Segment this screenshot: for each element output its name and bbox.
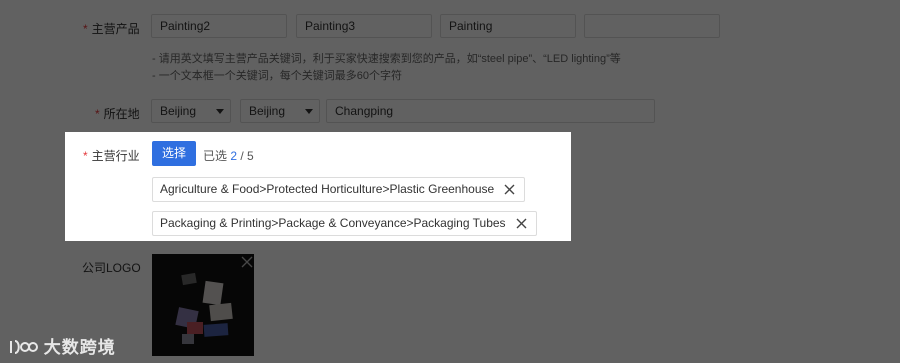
city-select[interactable]: Beijing [240, 99, 320, 123]
industry-tag-1: Agriculture & Food>Protected Horticultur… [152, 177, 526, 202]
close-icon[interactable] [240, 255, 254, 269]
industry-tag-2: Packaging & Printing>Package & Conveyanc… [152, 211, 537, 236]
product-field-3[interactable]: Painting [440, 14, 576, 38]
required-mark: * [83, 22, 88, 36]
product-field-1[interactable]: Painting2 [151, 14, 287, 38]
close-icon[interactable] [516, 218, 527, 229]
industry-tag-label: Packaging & Printing>Package & Conveyanc… [160, 216, 506, 230]
district-field[interactable]: Changping [326, 99, 655, 123]
products-hint-1: - 请用英文填写主营产品关键词，利于买家快速搜索到您的产品，如“steel pi… [152, 53, 621, 65]
watermark-logo-icon [10, 340, 38, 354]
products-hint-2: - 一个文本框一个关键词，每个关键词最多60个字符 [152, 70, 402, 82]
product-field-2[interactable]: Painting3 [296, 14, 432, 38]
company-logo-image[interactable] [152, 254, 254, 356]
location-label: * 所在地 [95, 107, 140, 121]
selected-count: 已选 2 / 5 [203, 149, 254, 163]
logo-label: 公司LOGO [82, 261, 141, 275]
province-select[interactable]: Beijing [151, 99, 231, 123]
chevron-down-icon [216, 109, 224, 114]
industry-tag-label: Agriculture & Food>Protected Horticultur… [160, 182, 495, 196]
province-value: Beijing [160, 104, 197, 118]
selected-count-number: 2 [230, 149, 238, 163]
select-industry-button[interactable]: 选择 [152, 141, 197, 166]
logo-photo-collage [152, 254, 254, 356]
required-mark: * [95, 107, 100, 121]
close-icon[interactable] [504, 184, 515, 195]
city-value: Beijing [249, 104, 286, 118]
watermark: 大数跨境 [8, 333, 116, 358]
industry-label: * 主营行业 [83, 149, 140, 163]
chevron-down-icon [305, 109, 313, 114]
product-field-4[interactable] [584, 14, 720, 38]
products-label: * 主营产品 [83, 22, 140, 36]
required-mark: * [83, 149, 88, 163]
